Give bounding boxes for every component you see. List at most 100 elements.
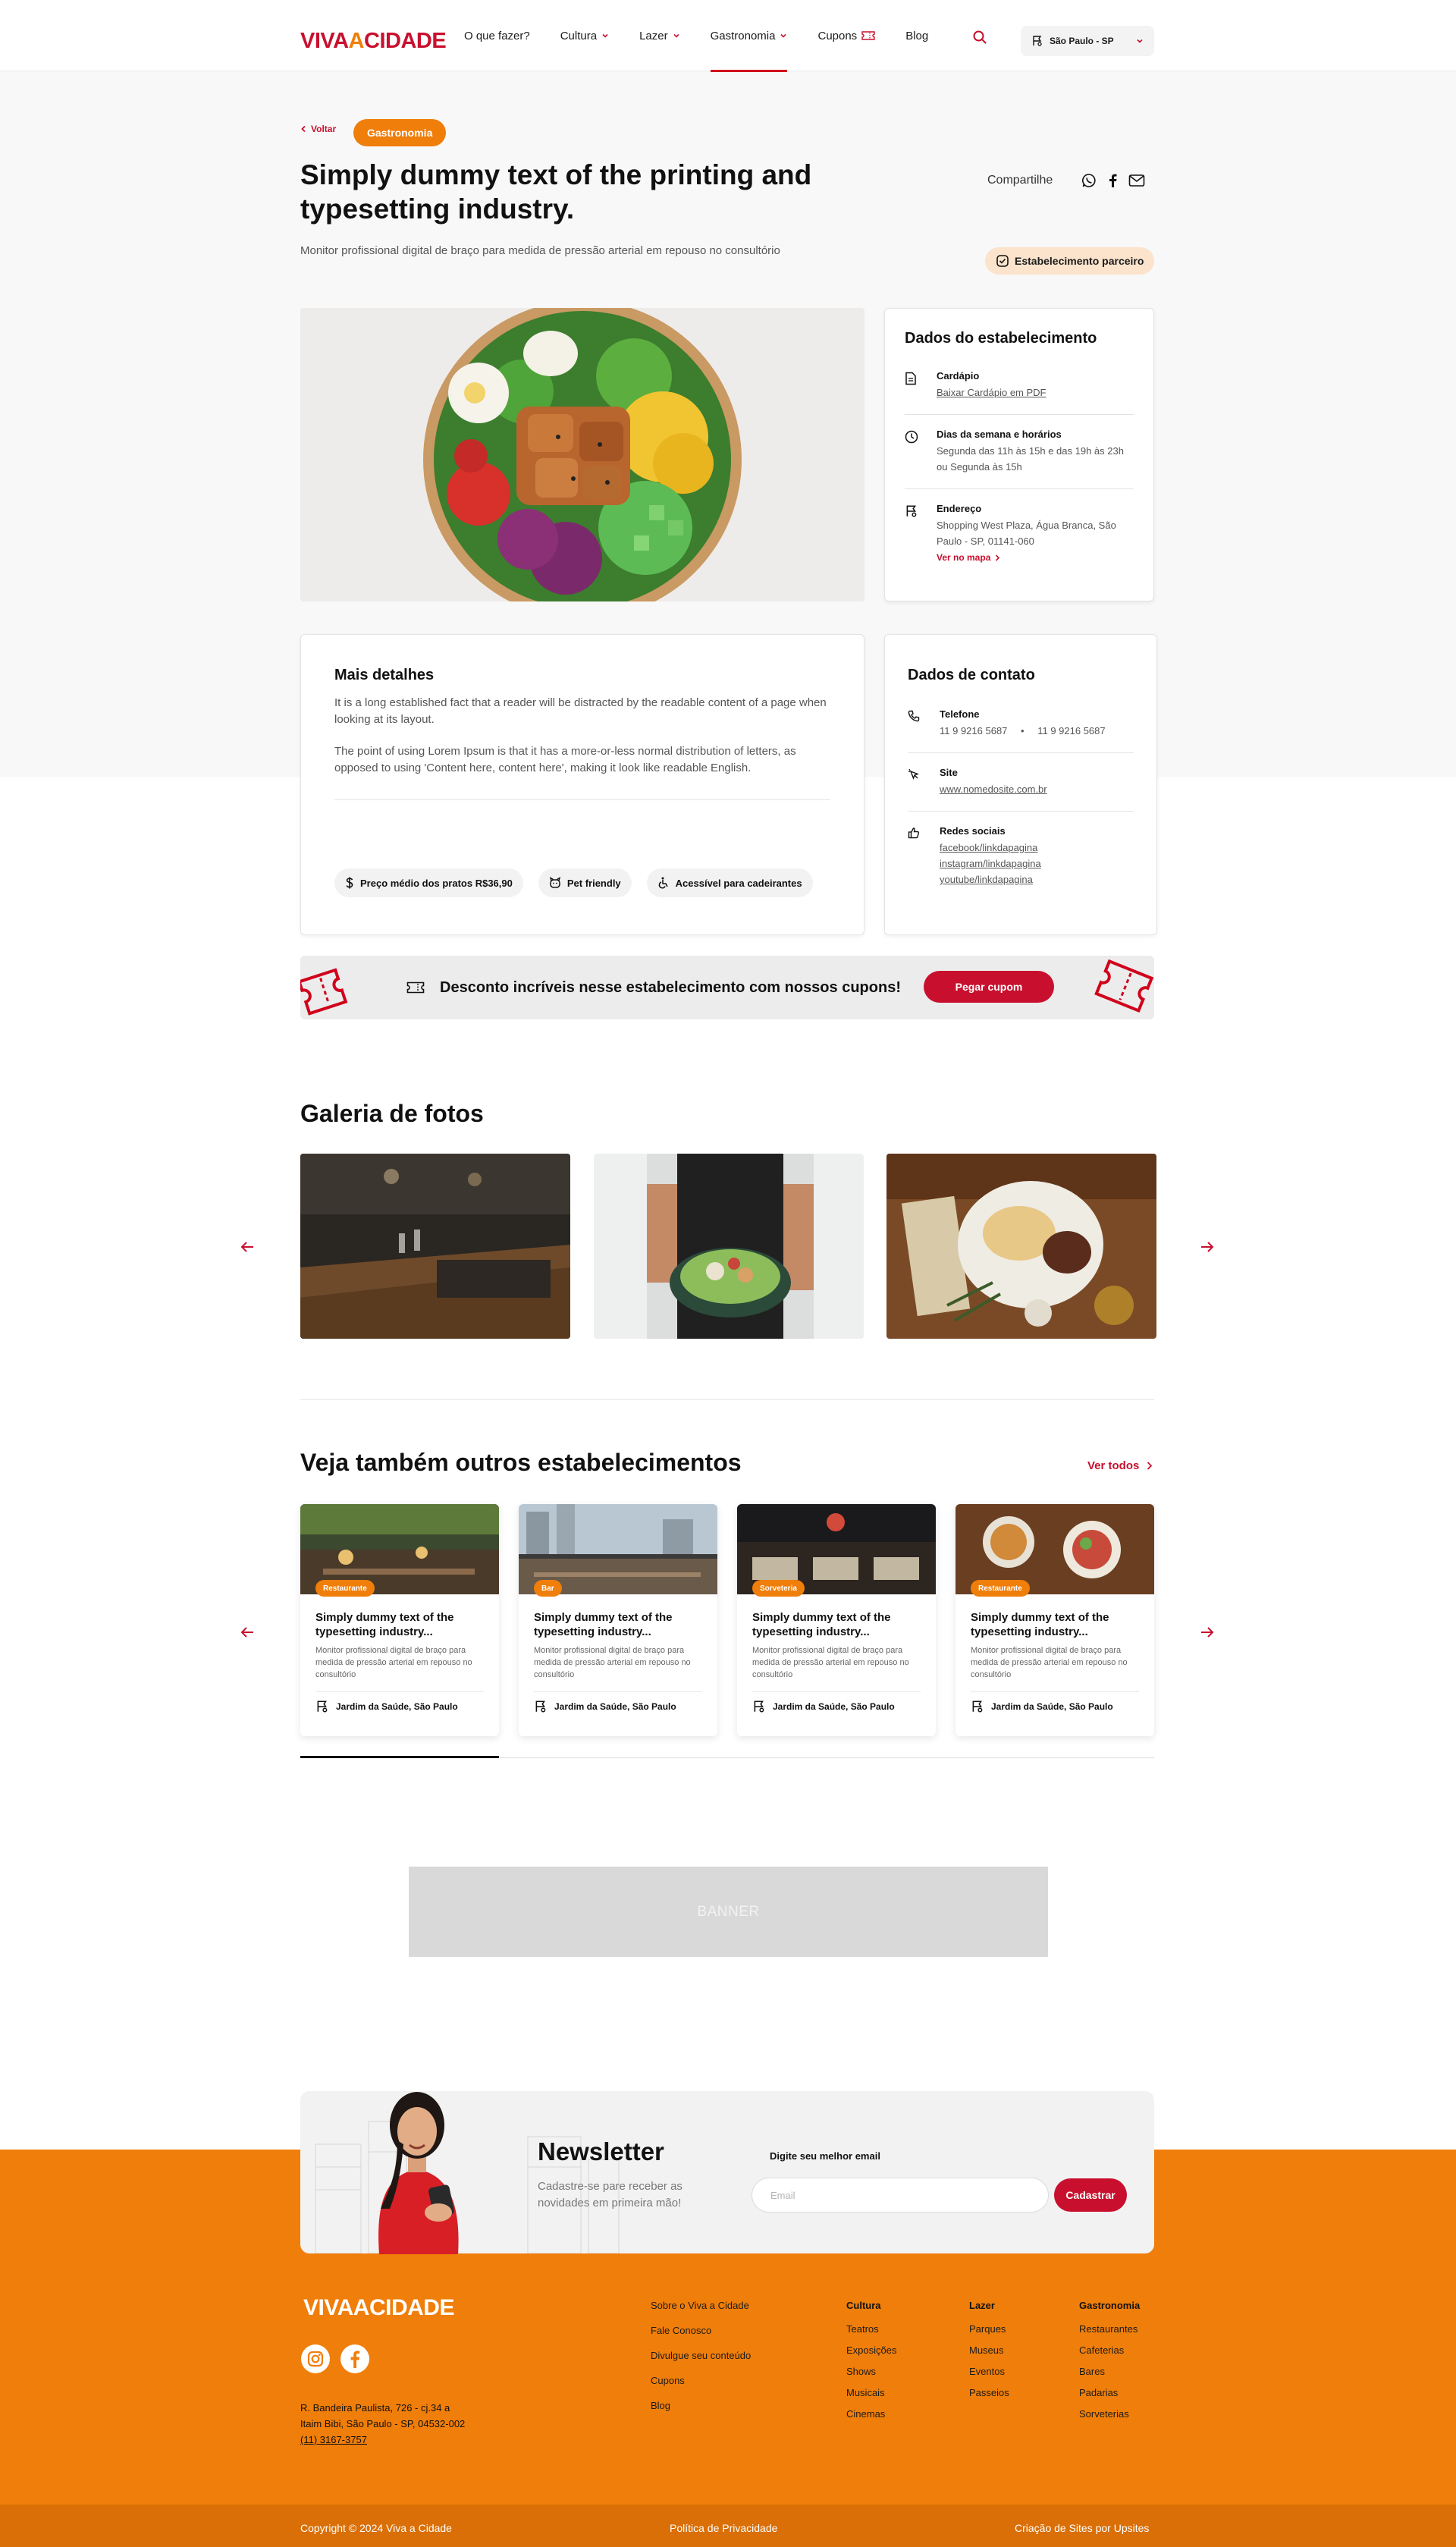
gallery-next-button[interactable] — [1197, 1236, 1218, 1258]
site-label: Site — [940, 767, 958, 778]
nav-item-o-que-fazer[interactable]: O que fazer? — [464, 0, 530, 71]
phone-link-2[interactable]: 11 9 9216 5687 — [1037, 725, 1105, 736]
footer-link[interactable]: Padarias — [1079, 2387, 1118, 2398]
footer-link-about[interactable]: Sobre o Viva a Cidade — [651, 2300, 749, 2311]
facebook-share-button[interactable] — [1107, 173, 1118, 188]
footer-link[interactable]: Teatros — [846, 2323, 879, 2335]
address-row: Endereço Shopping West Plaza, Água Branc… — [905, 503, 1134, 564]
ticket-decoration-icon — [1094, 959, 1154, 1013]
footer-link[interactable]: Shows — [846, 2366, 876, 2377]
facebook-button[interactable] — [340, 2344, 370, 2374]
footer-link[interactable]: Restaurantes — [1079, 2323, 1138, 2335]
nav-item-gastronomia[interactable]: Gastronomia — [710, 0, 788, 72]
gallery-prev-button[interactable] — [237, 1236, 258, 1258]
footer-link[interactable]: Museus — [969, 2344, 1004, 2356]
logo-text-viva: VIVA — [300, 29, 349, 53]
social-row: Redes sociais facebook/linkdapagina inst… — [908, 825, 1134, 887]
nav-item-cultura[interactable]: Cultura — [560, 0, 609, 71]
whatsapp-share-button[interactable] — [1081, 173, 1097, 188]
nav-item-blog[interactable]: Blog — [905, 0, 928, 71]
search-button[interactable] — [973, 30, 987, 44]
nav-item-cupons[interactable]: Cupons — [817, 0, 875, 71]
pet-friendly-tag: Pet friendly — [538, 868, 632, 897]
footer-link-blog[interactable]: Blog — [651, 2400, 670, 2411]
related-card-location: Jardim da Saúde, São Paulo — [315, 1700, 458, 1713]
category-chip: Restaurante — [315, 1580, 375, 1597]
gallery-photo[interactable] — [300, 1154, 570, 1339]
related-card[interactable]: Restaurante Simply dummy text of the typ… — [956, 1504, 1154, 1736]
related-card-title: Simply dummy text of the typesetting ind… — [752, 1611, 891, 1638]
price-tag-label: Preço médio dos pratos R$36,90 — [360, 877, 513, 889]
footer-link[interactable]: Musicais — [846, 2387, 885, 2398]
privacy-policy-link[interactable]: Política de Privacidade — [670, 2522, 777, 2534]
related-prev-button[interactable] — [237, 1622, 258, 1643]
gallery-photo[interactable] — [594, 1154, 864, 1339]
instagram-link[interactable]: instagram/linkdapagina — [940, 856, 1134, 872]
related-card-location: Jardim da Saúde, São Paulo — [534, 1700, 676, 1713]
nav-label: Gastronomia — [710, 29, 776, 42]
footer-link-coupons[interactable]: Cupons — [651, 2375, 685, 2386]
footer-logo[interactable]: VIVAACIDADE — [303, 2295, 454, 2321]
related-next-button[interactable] — [1197, 1622, 1218, 1643]
divider — [971, 1691, 1139, 1692]
instagram-button[interactable] — [300, 2344, 331, 2374]
footer-link[interactable]: Cafeterias — [1079, 2344, 1124, 2356]
related-card[interactable]: Restaurante Simply dummy text of the typ… — [300, 1504, 499, 1736]
gallery-photo[interactable] — [886, 1154, 1156, 1339]
related-card-desc: Monitor profissional digital de braço pa… — [534, 1646, 691, 1679]
footer-link[interactable]: Passeios — [969, 2387, 1009, 2398]
ad-banner[interactable]: BANNER — [409, 1867, 1048, 1957]
email-share-button[interactable] — [1128, 174, 1145, 187]
footer-main-links: Sobre o Viva a Cidade Fale Conosco Divul… — [651, 2300, 751, 2425]
footer-link[interactable]: Exposições — [846, 2344, 896, 2356]
newsletter-email-input[interactable] — [752, 2178, 1049, 2213]
location-selector[interactable]: São Paulo - SP — [1021, 26, 1154, 56]
wheelchair-icon — [658, 877, 668, 889]
related-card[interactable]: Bar Simply dummy text of the typesetting… — [519, 1504, 717, 1736]
footer-link-contact[interactable]: Fale Conosco — [651, 2325, 711, 2336]
footer-link-advertise[interactable]: Divulgue seu conteúdo — [651, 2350, 751, 2361]
divider — [315, 1691, 484, 1692]
related-card[interactable]: Sorveteria Simply dummy text of the type… — [737, 1504, 936, 1736]
clock-icon — [905, 430, 918, 444]
footer-link[interactable]: Parques — [969, 2323, 1006, 2335]
footer-social-links — [300, 2344, 379, 2374]
hours-row: Dias da semana e horários Segunda das 11… — [905, 429, 1134, 475]
facebook-link[interactable]: facebook/linkdapagina — [940, 840, 1134, 856]
footer-column-heading: Cultura — [846, 2300, 881, 2311]
related-card-title: Simply dummy text of the typesetting ind… — [534, 1611, 673, 1638]
back-link[interactable]: Voltar — [300, 124, 336, 134]
view-on-map-link[interactable]: Ver no mapa — [937, 552, 1000, 563]
map-pin-flag-icon — [906, 505, 917, 517]
price-tag: Preço médio dos pratos R$36,90 — [334, 868, 523, 897]
logo-text-viva: VIVA — [303, 2295, 353, 2320]
newsletter-submit-button[interactable]: Cadastrar — [1054, 2178, 1127, 2212]
footer-link[interactable]: Bares — [1079, 2366, 1105, 2377]
map-pin-flag-icon — [535, 1701, 546, 1713]
carousel-scrollbar-thumb[interactable] — [300, 1756, 499, 1758]
footer-link[interactable]: Sorveterias — [1079, 2408, 1129, 2420]
arrow-left-icon — [240, 1627, 253, 1638]
nav-item-lazer[interactable]: Lazer — [639, 0, 680, 71]
youtube-link[interactable]: youtube/linkdapagina — [940, 872, 1134, 887]
category-pill[interactable]: Gastronomia — [353, 119, 447, 146]
agency-credit-link[interactable]: Criação de Sites por Upsites — [1015, 2522, 1149, 2534]
main-nav: O que fazer? Cultura Lazer Gastronomia C… — [464, 0, 959, 72]
footer-link[interactable]: Eventos — [969, 2366, 1005, 2377]
chevron-right-icon — [996, 554, 1000, 561]
see-all-link[interactable]: Ver todos — [1087, 1459, 1153, 1472]
related-title: Veja também outros estabelecimentos — [300, 1449, 742, 1476]
site-logo[interactable]: VIVAACIDADE — [300, 29, 447, 54]
site-link[interactable]: www.nomedosite.com.br — [940, 784, 1047, 795]
map-pin-flag-icon — [1033, 36, 1042, 46]
footer-link[interactable]: Cinemas — [846, 2408, 885, 2420]
logo-text-a: A — [348, 29, 365, 53]
arrow-right-icon — [1201, 1627, 1214, 1638]
footer-column-heading: Gastronomia — [1079, 2300, 1141, 2311]
location-text: Jardim da Saúde, São Paulo — [991, 1701, 1113, 1712]
download-menu-link[interactable]: Baixar Cardápio em PDF — [937, 387, 1046, 398]
footer-phone-link[interactable]: (11) 3167-3757 — [300, 2432, 513, 2448]
get-coupon-button[interactable]: Pegar cupom — [924, 971, 1054, 1003]
phone-link-1[interactable]: 11 9 9216 5687 — [940, 725, 1007, 736]
woman-with-phone-illustration — [378, 2092, 459, 2254]
